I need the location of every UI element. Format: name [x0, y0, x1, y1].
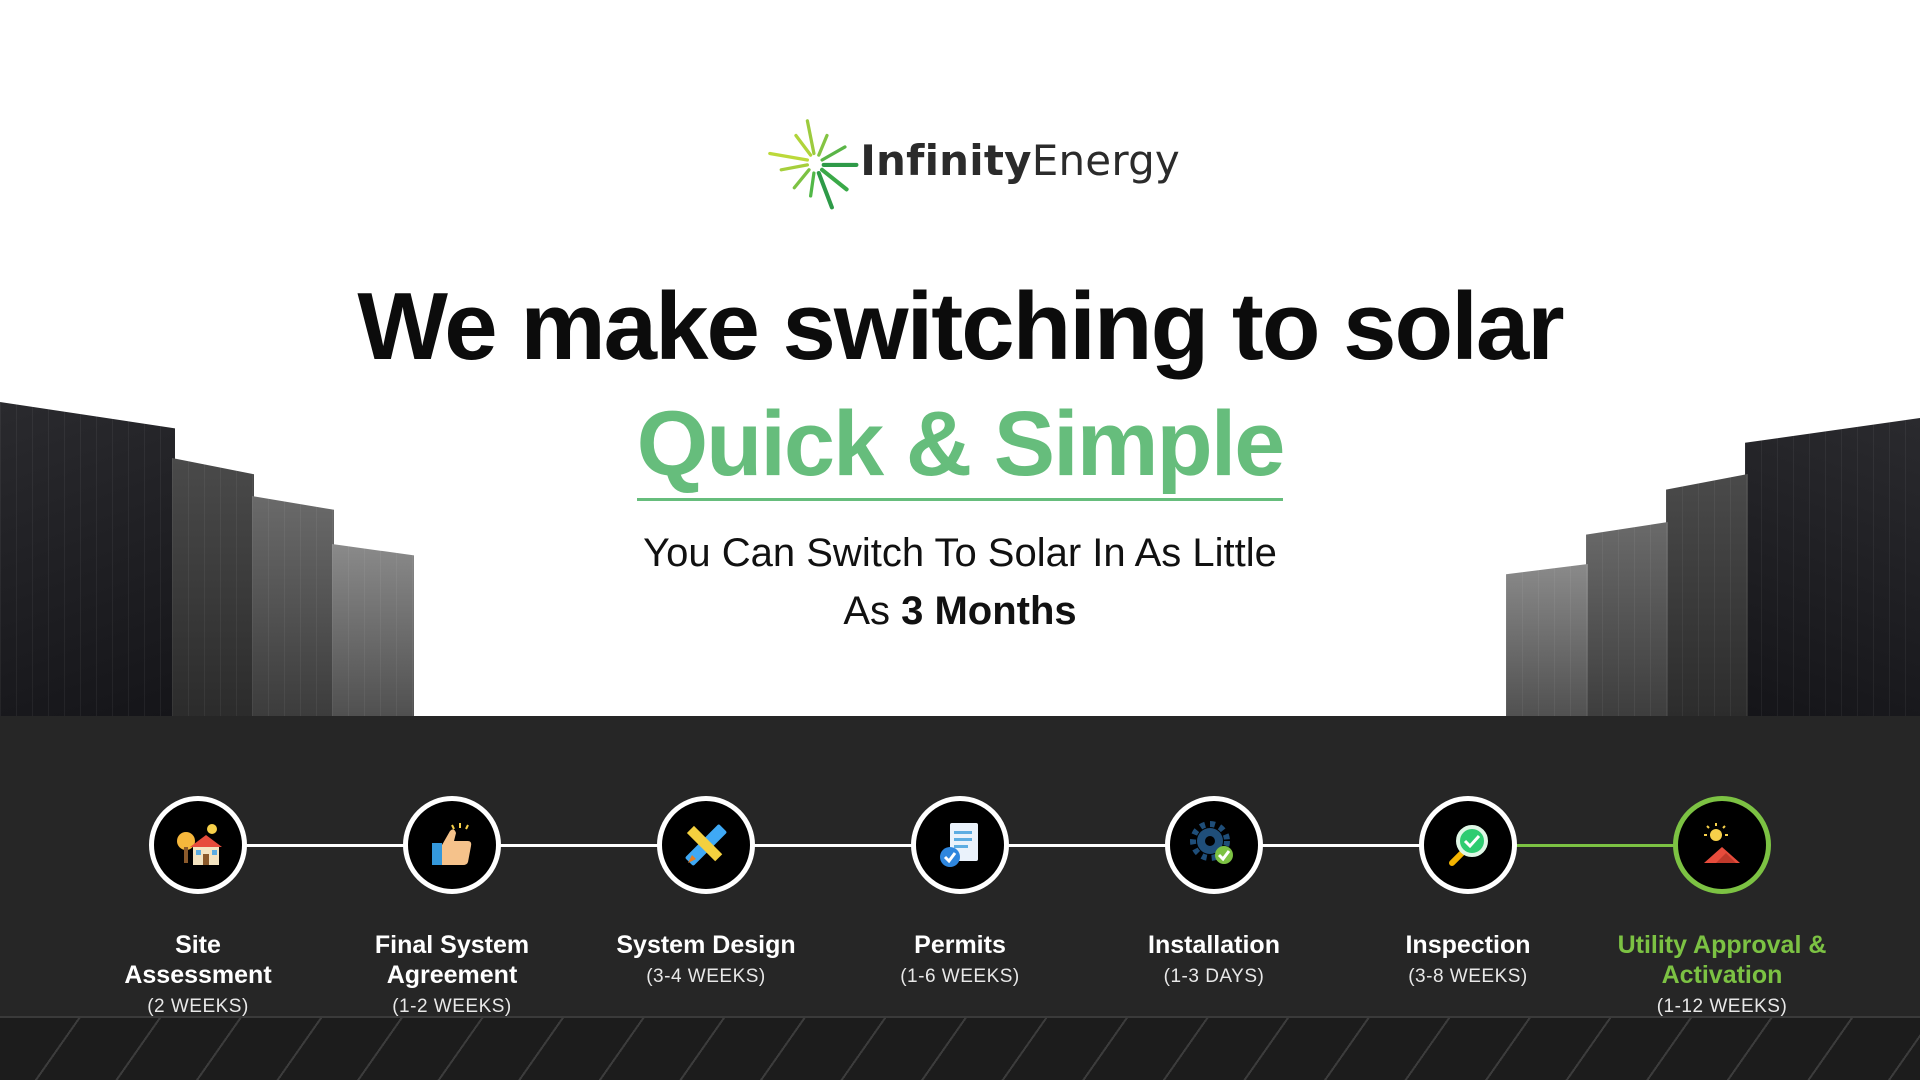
- magnifier-check-icon: [1449, 825, 1488, 866]
- step-inspection: Inspection (3-8 WEEKS): [1348, 796, 1588, 988]
- tagline-line-2: As 3 Months: [0, 582, 1920, 640]
- pencil-ruler-icon: [685, 824, 727, 866]
- step-label: Installation: [1148, 930, 1280, 960]
- subhead-text: Quick & Simple: [636, 392, 1285, 501]
- step-label: Permits: [914, 930, 1006, 960]
- process-band: Site Assessment (2 WEEKS) Final System A…: [0, 716, 1920, 1080]
- brand-wordmark: InfinityEnergy: [860, 136, 1180, 185]
- step-installation: Installation (1-3 DAYS): [1094, 796, 1334, 988]
- step-circle: [1673, 796, 1771, 894]
- step-label-line-2: Activation: [1661, 961, 1783, 989]
- step-label-line-1: Final System: [374, 931, 530, 959]
- step-duration: (1-3 DAYS): [1163, 966, 1265, 987]
- step-circle: [403, 796, 501, 894]
- step-duration: (3-8 WEEKS): [1408, 966, 1528, 987]
- step-label: Inspection: [1405, 930, 1530, 960]
- step-circle: [149, 796, 247, 894]
- gear-check-icon: [1190, 821, 1233, 864]
- step-label-line-2: Assessment: [124, 961, 272, 989]
- step-site-assessment: Site Assessment (2 WEEKS): [78, 796, 318, 1018]
- step-label: Utility Approval & Activation: [1618, 930, 1827, 990]
- step-label: System Design: [616, 930, 795, 960]
- step-label: Site Assessment: [124, 930, 271, 990]
- thumbs-up-icon: [432, 823, 472, 865]
- step-duration: (2 WEEKS): [147, 996, 249, 1017]
- step-label-line-1: Site: [175, 931, 221, 959]
- step-circle: [1419, 796, 1517, 894]
- step-system-design: System Design (3-4 WEEKS): [586, 796, 826, 988]
- step-label-line-1: Utility Approval &: [1617, 931, 1827, 959]
- brand-logo: InfinityEnergy: [760, 92, 1180, 228]
- page-subhead: Quick & Simple: [0, 392, 1920, 501]
- tagline-line-1: You Can Switch To Solar In As Little: [643, 531, 1277, 575]
- step-final-system-agreement: Final System Agreement (1-2 WEEKS): [332, 796, 572, 1018]
- brand-name-bold: Infinity: [860, 135, 1032, 185]
- step-label-line-1: Inspection: [1405, 931, 1531, 959]
- step-utility-approval-activation: Utility Approval & Activation (1-12 WEEK…: [1602, 796, 1842, 1018]
- step-duration: (1-2 WEEKS): [392, 996, 512, 1017]
- step-duration: (1-12 WEEKS): [1656, 996, 1788, 1017]
- step-label-line-1: Installation: [1148, 931, 1280, 959]
- page-headline: We make switching to solar: [357, 273, 1564, 380]
- step-label: Final System Agreement: [375, 930, 529, 990]
- step-circle: [657, 796, 755, 894]
- sunburst-logo-icon: [768, 119, 859, 210]
- step-permits: Permits (1-6 WEEKS): [840, 796, 1080, 988]
- step-circle: [1165, 796, 1263, 894]
- step-duration: (3-4 WEEKS): [646, 966, 766, 987]
- step-circle: [911, 796, 1009, 894]
- document-check-icon: [940, 823, 978, 867]
- tagline-prefix: As: [843, 589, 890, 633]
- tagline-strong: 3 Months: [901, 589, 1077, 633]
- step-label-line-1: Permits: [914, 931, 1006, 959]
- process-timeline: Site Assessment (2 WEEKS) Final System A…: [0, 716, 1920, 1080]
- sun-house-icon: [1704, 823, 1740, 863]
- house-icon: [177, 824, 222, 865]
- brand-name-light: Energy: [1031, 135, 1180, 185]
- step-label-line-1: System Design: [616, 931, 796, 959]
- tagline: You Can Switch To Solar In As Little As …: [0, 524, 1920, 640]
- hero-section: InfinityEnergy We make switching to sola…: [0, 0, 1920, 716]
- step-label-line-2: Agreement: [386, 961, 518, 989]
- step-duration: (1-6 WEEKS): [900, 966, 1020, 987]
